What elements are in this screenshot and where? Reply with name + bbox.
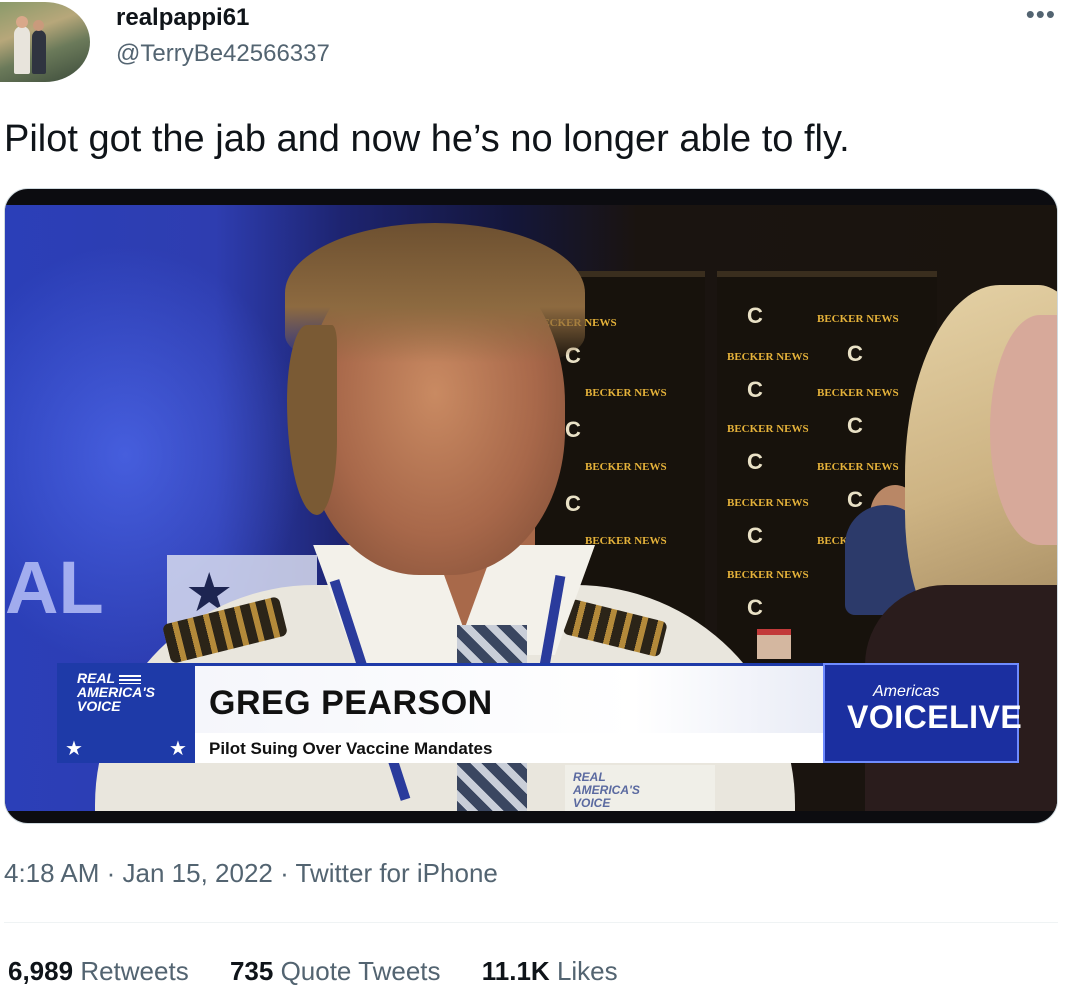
tweet-header: realpappi61 @TerryBe42566337 ••• [0,0,1080,90]
tweet-text: Pilot got the jab and now he’s no longer… [4,118,850,160]
retweets-stat[interactable]: 6,989 Retweets [8,956,189,987]
star-icon: ★ [65,738,83,760]
video-frame: BECKER NEWS C BECKER NEWS C BECKER NEWS … [5,205,1057,811]
tweet-stats: 6,989 Retweets 735 Quote Tweets 11.1K Li… [8,956,652,987]
cup [757,629,791,659]
star-icon: ★ [169,738,187,760]
chyron-subtitle: Pilot Suing Over Vaccine Mandates [209,739,493,758]
background-letters: AL [5,546,104,629]
divider [4,922,1058,923]
chyron-name: GREG PEARSON [209,684,493,722]
user-handle[interactable]: @TerryBe42566337 [116,40,330,68]
video-media[interactable]: BECKER NEWS C BECKER NEWS C BECKER NEWS … [4,188,1058,824]
more-horizontal-icon[interactable]: ••• [1026,1,1056,27]
likes-stat[interactable]: 11.1K Likes [482,956,618,987]
tweet-date[interactable]: Jan 15, 2022 [123,858,273,888]
display-name[interactable]: realpappi61 [116,4,249,32]
microphone-flag: REAL AMERICA'S VOICE [565,765,715,811]
network-logo: REAL AMERICA'S VOICE [57,663,195,735]
quote-tweets-stat[interactable]: 735 Quote Tweets [230,956,441,987]
brand-logo: Americas VOICELIVE [823,663,1022,763]
news-lower-third: REAL AMERICA'S VOICE GREG PEARSON ★ ★ Pi… [57,663,1022,763]
tweet-time[interactable]: 4:18 AM [4,858,99,888]
tweet-meta: 4:18 AM · Jan 15, 2022 · Twitter for iPh… [4,858,498,888]
tweet-source[interactable]: Twitter for iPhone [296,858,498,888]
avatar[interactable] [0,2,90,82]
